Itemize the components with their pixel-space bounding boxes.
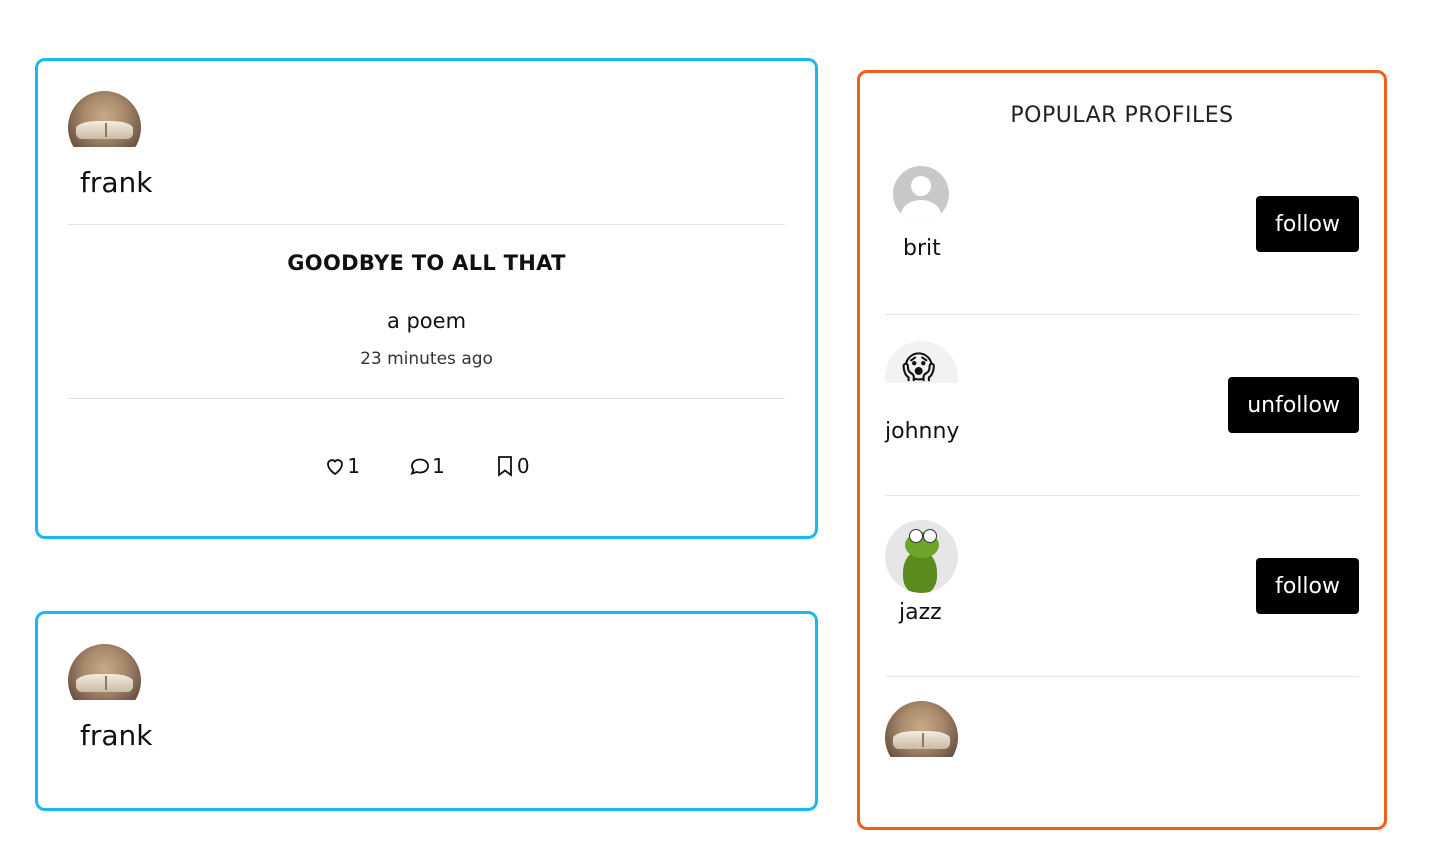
panel-title: POPULAR PROFILES	[1010, 103, 1234, 128]
profile-avatar[interactable]	[885, 701, 958, 757]
profile-row	[885, 701, 1359, 851]
like-button[interactable]: 1	[323, 454, 360, 478]
unfollow-button[interactable]: unfollow	[1228, 377, 1359, 433]
heart-icon	[327, 459, 344, 476]
post-card: frank	[35, 611, 818, 811]
comment-button[interactable]: 1	[408, 454, 445, 478]
profile-name[interactable]: jazz	[899, 600, 942, 625]
open-book-avatar-icon	[68, 91, 141, 147]
post-description: a poem	[386, 309, 467, 333]
bookmark-button[interactable]: 0	[493, 454, 530, 478]
profile-name[interactable]: johnny	[885, 419, 959, 444]
divider	[885, 314, 1359, 315]
follow-button[interactable]: follow	[1256, 196, 1359, 252]
post-card: frank GOODBYE TO ALL THAT a poem 23 minu…	[35, 58, 818, 539]
post-stats: 1 1 0	[38, 454, 815, 478]
like-count: 1	[347, 454, 361, 478]
post-timestamp: 23 minutes ago	[360, 349, 493, 369]
divider	[68, 224, 785, 225]
divider	[885, 676, 1359, 677]
post-title[interactable]: GOODBYE TO ALL THAT	[38, 251, 815, 275]
author-username[interactable]: frank	[80, 166, 153, 199]
author-avatar[interactable]	[68, 91, 141, 147]
bookmark-icon	[497, 456, 512, 477]
default-user-icon	[893, 166, 949, 222]
profile-row: 😱 johnny unfollow	[885, 341, 1359, 491]
author-avatar[interactable]	[68, 644, 141, 700]
comment-count: 1	[432, 454, 445, 478]
profile-row: brit follow	[885, 166, 1359, 316]
divider	[885, 495, 1359, 496]
bookmark-count: 0	[516, 454, 530, 478]
author-username[interactable]: frank	[80, 719, 153, 752]
profile-row: jazz follow	[885, 520, 1359, 670]
profile-avatar[interactable]	[893, 166, 949, 222]
popular-profiles-panel: POPULAR PROFILES brit follow 😱 johnny un…	[857, 70, 1387, 830]
open-book-avatar-icon	[885, 701, 958, 757]
screaming-face-emoji-icon: 😱	[885, 341, 958, 383]
frog-avatar-icon	[885, 520, 958, 593]
profile-avatar[interactable]: 😱	[885, 341, 958, 383]
follow-button[interactable]: follow	[1256, 558, 1359, 614]
open-book-avatar-icon	[68, 644, 141, 700]
profile-name[interactable]: brit	[903, 236, 941, 261]
profile-avatar[interactable]	[885, 520, 958, 593]
divider	[68, 398, 785, 399]
comment-icon	[410, 458, 430, 475]
